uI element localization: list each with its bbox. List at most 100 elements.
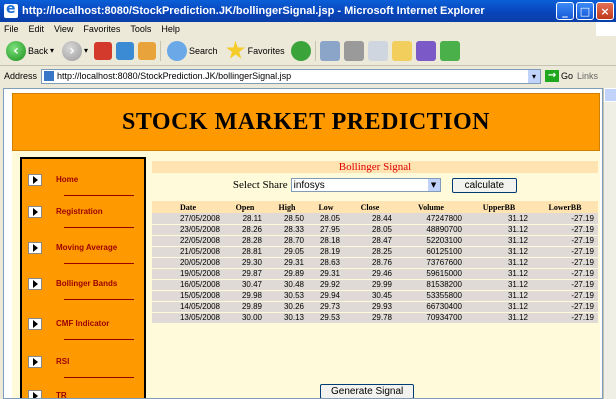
address-input[interactable]: http://localhost:8080/StockPrediction.JK… <box>41 68 542 84</box>
table-cell: -27.19 <box>532 301 598 313</box>
menu-file[interactable]: File <box>4 24 19 34</box>
vertical-scrollbar[interactable] <box>603 88 616 399</box>
chevron-down-icon[interactable]: ▾ <box>528 69 541 83</box>
print-icon[interactable] <box>343 40 364 61</box>
menu-help[interactable]: Help <box>161 24 180 34</box>
table-cell: 29.31 <box>308 268 344 280</box>
table-row: 23/05/2008 28.26 28.33 27.95 28.05 48890700 31… <box>152 224 598 236</box>
links-label[interactable]: Links <box>577 71 598 81</box>
table-cell: 28.05 <box>308 213 344 225</box>
table-cell: 29.30 <box>224 257 266 269</box>
share-select-value: infosys <box>293 179 325 191</box>
address-label: Address <box>4 71 38 81</box>
chevron-down-icon[interactable]: ▼ <box>427 179 440 191</box>
table-cell: 28.28 <box>224 235 266 247</box>
table-cell: 15/05/2008 <box>152 290 224 302</box>
table-cell: 30.45 <box>344 290 396 302</box>
sidebar-item-label: RSI <box>56 357 70 366</box>
column-header: Open <box>224 201 266 213</box>
table-cell: 29.92 <box>308 279 344 291</box>
sidebar-nav: Home Registration Moving Average Bolling… <box>20 157 146 398</box>
refresh-icon[interactable] <box>116 41 135 60</box>
table-cell: 28.05 <box>344 224 396 236</box>
go-button[interactable]: → Go <box>545 70 573 82</box>
panel-title: Bollinger Signal <box>152 161 598 173</box>
back-label: Back <box>28 45 49 56</box>
address-bar: Address http://localhost:8080/StockPredi… <box>0 67 616 85</box>
divider <box>64 263 134 264</box>
generate-signal-button[interactable]: Generate Signal <box>320 384 415 398</box>
go-label: Go <box>561 71 574 81</box>
site-banner: STOCK MARKET PREDICTION <box>12 93 600 151</box>
maximize-button[interactable]: □ <box>576 2 594 20</box>
close-button[interactable]: × <box>596 2 614 20</box>
mail-icon[interactable] <box>319 40 340 61</box>
table-cell: -27.19 <box>532 246 598 258</box>
table-cell: 28.26 <box>224 224 266 236</box>
share-select[interactable]: infosys ▼ <box>290 178 441 192</box>
table-row: 16/05/2008 30.47 30.48 29.92 29.99 81538200 31… <box>152 279 598 291</box>
column-header: Low <box>308 201 344 213</box>
table-cell: 19/05/2008 <box>152 268 224 280</box>
stop-icon[interactable] <box>94 41 113 60</box>
table-cell: 29.94 <box>308 290 344 302</box>
table-cell: 31.12 <box>466 301 532 313</box>
discuss-icon[interactable] <box>415 40 436 61</box>
table-cell: 47247800 <box>396 213 466 225</box>
sidebar-item-label: CMF Indicator <box>56 319 110 328</box>
sidebar-item-tr[interactable]: TR <box>28 381 138 398</box>
sidebar-item-moving-average[interactable]: Moving Average <box>28 233 138 264</box>
toolbar-separator <box>314 40 316 61</box>
table-cell: 31.12 <box>466 290 532 302</box>
divider <box>64 377 134 378</box>
scroll-up-icon[interactable] <box>604 88 616 102</box>
home-icon[interactable] <box>138 41 157 60</box>
window-controls: _ □ × <box>556 2 614 20</box>
table-cell: 30.48 <box>266 279 308 291</box>
minimize-button[interactable]: _ <box>556 2 574 20</box>
table-cell: 28.18 <box>308 235 344 247</box>
table-cell: 29.87 <box>224 268 266 280</box>
table-cell: 29.31 <box>266 257 308 269</box>
arrow-right-icon <box>28 278 42 290</box>
table-cell: 28.76 <box>344 257 396 269</box>
history-icon[interactable] <box>290 40 311 61</box>
table-cell: 29.89 <box>266 268 308 280</box>
table-cell: 59615000 <box>396 268 466 280</box>
folder-icon[interactable] <box>391 40 412 61</box>
table-cell: -27.19 <box>532 290 598 302</box>
divider <box>64 195 134 196</box>
table-cell: -27.19 <box>532 268 598 280</box>
search-button[interactable]: Search <box>165 39 220 63</box>
back-button[interactable]: ‹ Back ▾ <box>4 39 56 63</box>
table-cell: -27.19 <box>532 213 598 225</box>
table-row: 27/05/2008 28.11 28.50 28.05 28.44 47247800 31… <box>152 213 598 225</box>
calculate-button[interactable]: calculate <box>451 177 518 193</box>
table-cell: 29.53 <box>308 312 344 324</box>
messenger-icon[interactable] <box>439 40 460 61</box>
menu-favorites[interactable]: Favorites <box>83 24 120 34</box>
table-cell: -27.19 <box>532 312 598 324</box>
column-header: UpperBB <box>466 201 532 213</box>
column-header: Close <box>344 201 396 213</box>
menu-edit[interactable]: Edit <box>29 24 45 34</box>
window-titlebar: http://localhost:8080/StockPrediction.JK… <box>0 0 616 22</box>
sidebar-item-rsi[interactable]: RSI <box>28 347 138 378</box>
menu-tools[interactable]: Tools <box>130 24 151 34</box>
table-cell: 48890700 <box>396 224 466 236</box>
forward-button[interactable]: › ▾ <box>60 39 90 63</box>
chevron-down-icon: ▾ <box>50 46 55 55</box>
table-cell: 13/05/2008 <box>152 312 224 324</box>
favorites-star-icon <box>225 40 246 59</box>
table-cell: 28.25 <box>344 246 396 258</box>
table-cell: 53355800 <box>396 290 466 302</box>
sidebar-item-bollinger-bands[interactable]: Bollinger Bands <box>28 269 138 300</box>
table-cell: 31.12 <box>466 257 532 269</box>
sidebar-item-cmf-indicator[interactable]: CMF Indicator <box>28 309 138 340</box>
favorites-button[interactable]: Favorites <box>224 39 287 63</box>
edit-icon[interactable] <box>367 40 388 61</box>
menu-view[interactable]: View <box>54 24 73 34</box>
address-url: http://localhost:8080/StockPrediction.JK… <box>57 71 292 81</box>
sidebar-item-home[interactable]: Home <box>28 165 138 196</box>
sidebar-item-registration[interactable]: Registration <box>28 197 138 228</box>
